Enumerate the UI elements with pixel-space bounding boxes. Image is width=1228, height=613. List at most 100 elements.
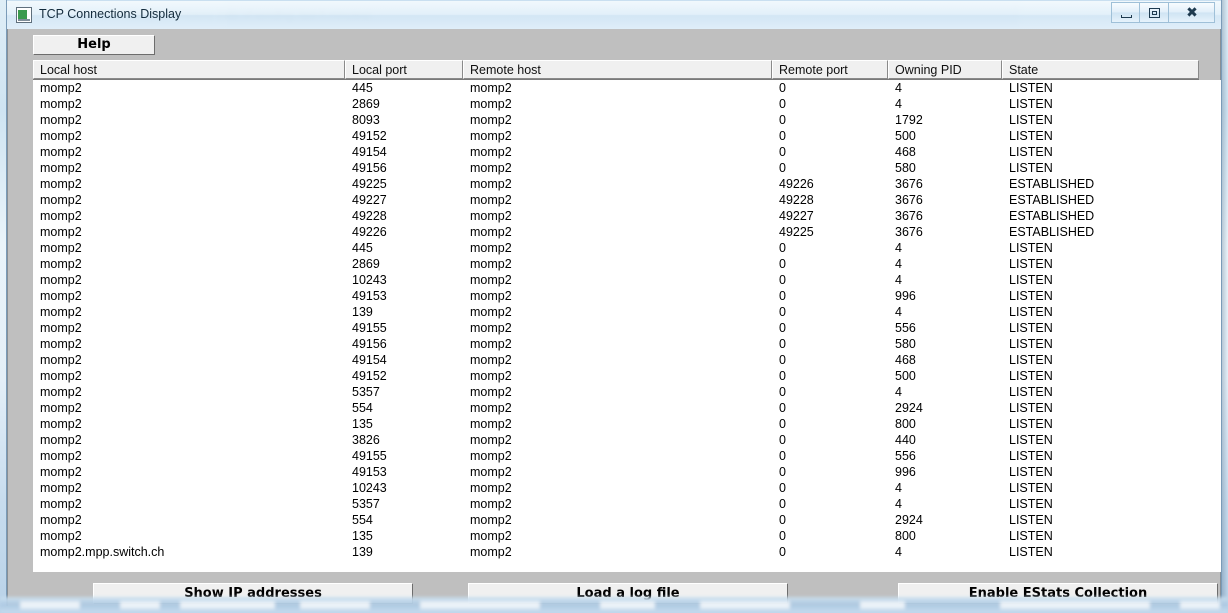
minimize-button[interactable] xyxy=(1111,2,1140,23)
table-row[interactable]: momp2 49153 momp2 0 996 LISTEN xyxy=(34,288,1221,304)
cell-state: LISTEN xyxy=(1009,81,1053,95)
table-row[interactable]: momp2 49225 momp2 49226 3676 ESTABLISHED xyxy=(34,176,1221,192)
table-row[interactable]: momp2.mpp.switch.ch 139 momp2 0 4 LISTEN xyxy=(34,544,1221,560)
cell-remote-host: momp2 xyxy=(470,81,512,95)
cell-owning-pid: 4 xyxy=(895,545,902,559)
cell-local-host: momp2 xyxy=(40,257,82,271)
desktop-speck xyxy=(20,601,80,609)
column-header-remote-port[interactable]: Remote port xyxy=(772,60,888,79)
column-header-owning-pid[interactable]: Owning PID xyxy=(888,60,1002,79)
column-header-state[interactable]: State xyxy=(1002,60,1199,79)
table-row[interactable]: momp2 5357 momp2 0 4 LISTEN xyxy=(34,384,1221,400)
cell-local-port: 49152 xyxy=(352,129,387,143)
cell-state: ESTABLISHED xyxy=(1009,209,1095,223)
table-row[interactable]: momp2 49154 momp2 0 468 LISTEN xyxy=(34,144,1221,160)
table-row[interactable]: momp2 8093 momp2 0 1792 LISTEN xyxy=(34,112,1221,128)
cell-state: LISTEN xyxy=(1009,321,1053,335)
table-row[interactable]: momp2 10243 momp2 0 4 LISTEN xyxy=(34,272,1221,288)
cell-remote-host: momp2 xyxy=(470,497,512,511)
cell-local-port: 445 xyxy=(352,81,373,95)
tcp-connections-window: TCP Connections Display ✖ Help Local hos… xyxy=(6,0,1222,606)
close-button[interactable]: ✖ xyxy=(1169,2,1215,23)
cell-owning-pid: 800 xyxy=(895,529,916,543)
cell-remote-host: momp2 xyxy=(470,545,512,559)
cell-local-port: 49152 xyxy=(352,369,387,383)
cell-remote-port: 0 xyxy=(779,513,786,527)
table-row[interactable]: momp2 49156 momp2 0 580 LISTEN xyxy=(34,336,1221,352)
cell-remote-host: momp2 xyxy=(470,385,512,399)
column-header-local-port[interactable]: Local port xyxy=(345,60,463,79)
cell-state: LISTEN xyxy=(1009,113,1053,127)
cell-remote-host: momp2 xyxy=(470,289,512,303)
table-row[interactable]: momp2 2869 momp2 0 4 LISTEN xyxy=(34,96,1221,112)
cell-state: LISTEN xyxy=(1009,273,1053,287)
cell-local-host: momp2 xyxy=(40,321,82,335)
cell-remote-port: 0 xyxy=(779,385,786,399)
cell-local-host: momp2 xyxy=(40,193,82,207)
table-row[interactable]: momp2 445 momp2 0 4 LISTEN xyxy=(34,240,1221,256)
cell-local-host: momp2 xyxy=(40,145,82,159)
table-row[interactable]: momp2 49154 momp2 0 468 LISTEN xyxy=(34,352,1221,368)
cell-owning-pid: 556 xyxy=(895,321,916,335)
table-row[interactable]: momp2 2869 momp2 0 4 LISTEN xyxy=(34,256,1221,272)
cell-local-host: momp2 xyxy=(40,497,82,511)
cell-state: LISTEN xyxy=(1009,385,1053,399)
cell-local-host: momp2 xyxy=(40,401,82,415)
cell-owning-pid: 4 xyxy=(895,257,902,271)
cell-local-port: 2869 xyxy=(352,97,380,111)
table-row[interactable]: momp2 49152 momp2 0 500 LISTEN xyxy=(34,128,1221,144)
cell-state: LISTEN xyxy=(1009,449,1053,463)
table-row[interactable]: momp2 5357 momp2 0 4 LISTEN xyxy=(34,496,1221,512)
column-header-remote-host[interactable]: Remote host xyxy=(463,60,772,79)
cell-remote-port: 0 xyxy=(779,369,786,383)
table-row[interactable]: momp2 49228 momp2 49227 3676 ESTABLISHED xyxy=(34,208,1221,224)
cell-local-host: momp2 xyxy=(40,273,82,287)
cell-owning-pid: 4 xyxy=(895,305,902,319)
cell-remote-host: momp2 xyxy=(470,129,512,143)
cell-remote-host: momp2 xyxy=(470,177,512,191)
cell-state: LISTEN xyxy=(1009,369,1053,383)
table-row[interactable]: momp2 135 momp2 0 800 LISTEN xyxy=(34,528,1221,544)
cell-local-port: 10243 xyxy=(352,273,387,287)
cell-owning-pid: 2924 xyxy=(895,513,923,527)
table-row[interactable]: momp2 554 momp2 0 2924 LISTEN xyxy=(34,512,1221,528)
window-titlebar[interactable]: TCP Connections Display ✖ xyxy=(7,0,1221,29)
help-button[interactable]: Help xyxy=(33,35,155,55)
maximize-button[interactable] xyxy=(1140,2,1169,23)
cell-remote-host: momp2 xyxy=(470,241,512,255)
cell-local-port: 49154 xyxy=(352,145,387,159)
table-row[interactable]: momp2 135 momp2 0 800 LISTEN xyxy=(34,416,1221,432)
table-row[interactable]: momp2 49152 momp2 0 500 LISTEN xyxy=(34,368,1221,384)
cell-local-port: 49227 xyxy=(352,193,387,207)
table-body[interactable]: momp2 445 momp2 0 4 LISTEN momp2 2869 momp2 0 4 LIS… xyxy=(33,80,1221,572)
table-row[interactable]: momp2 49227 momp2 49228 3676 ESTABLISHED xyxy=(34,192,1221,208)
cell-state: ESTABLISHED xyxy=(1009,177,1095,191)
cell-owning-pid: 4 xyxy=(895,273,902,287)
desktop-bottom-highlights xyxy=(0,601,1228,611)
table-row[interactable]: momp2 49155 momp2 0 556 LISTEN xyxy=(34,448,1221,464)
table-row[interactable]: momp2 10243 momp2 0 4 LISTEN xyxy=(34,480,1221,496)
column-header-local-host[interactable]: Local host xyxy=(33,60,345,79)
cell-local-port: 139 xyxy=(352,545,373,559)
cell-local-port: 554 xyxy=(352,401,373,415)
table-row[interactable]: momp2 49156 momp2 0 580 LISTEN xyxy=(34,160,1221,176)
table-row[interactable]: momp2 554 momp2 0 2924 LISTEN xyxy=(34,400,1221,416)
cell-remote-port: 0 xyxy=(779,481,786,495)
table-row[interactable]: momp2 49155 momp2 0 556 LISTEN xyxy=(34,320,1221,336)
cell-remote-host: momp2 xyxy=(470,97,512,111)
cell-remote-port: 0 xyxy=(779,241,786,255)
cell-local-host: momp2 xyxy=(40,177,82,191)
cell-remote-port: 0 xyxy=(779,321,786,335)
cell-owning-pid: 580 xyxy=(895,337,916,351)
table-row[interactable]: momp2 139 momp2 0 4 LISTEN xyxy=(34,304,1221,320)
table-row[interactable]: momp2 445 momp2 0 4 LISTEN xyxy=(34,80,1221,96)
cell-local-host: momp2.mpp.switch.ch xyxy=(40,545,165,559)
cell-remote-host: momp2 xyxy=(470,337,512,351)
cell-owning-pid: 556 xyxy=(895,449,916,463)
cell-owning-pid: 3676 xyxy=(895,193,923,207)
table-row[interactable]: momp2 49153 momp2 0 996 LISTEN xyxy=(34,464,1221,480)
table-row[interactable]: momp2 3826 momp2 0 440 LISTEN xyxy=(34,432,1221,448)
cell-remote-host: momp2 xyxy=(470,417,512,431)
cell-remote-host: momp2 xyxy=(470,369,512,383)
table-row[interactable]: momp2 49226 momp2 49225 3676 ESTABLISHED xyxy=(34,224,1221,240)
